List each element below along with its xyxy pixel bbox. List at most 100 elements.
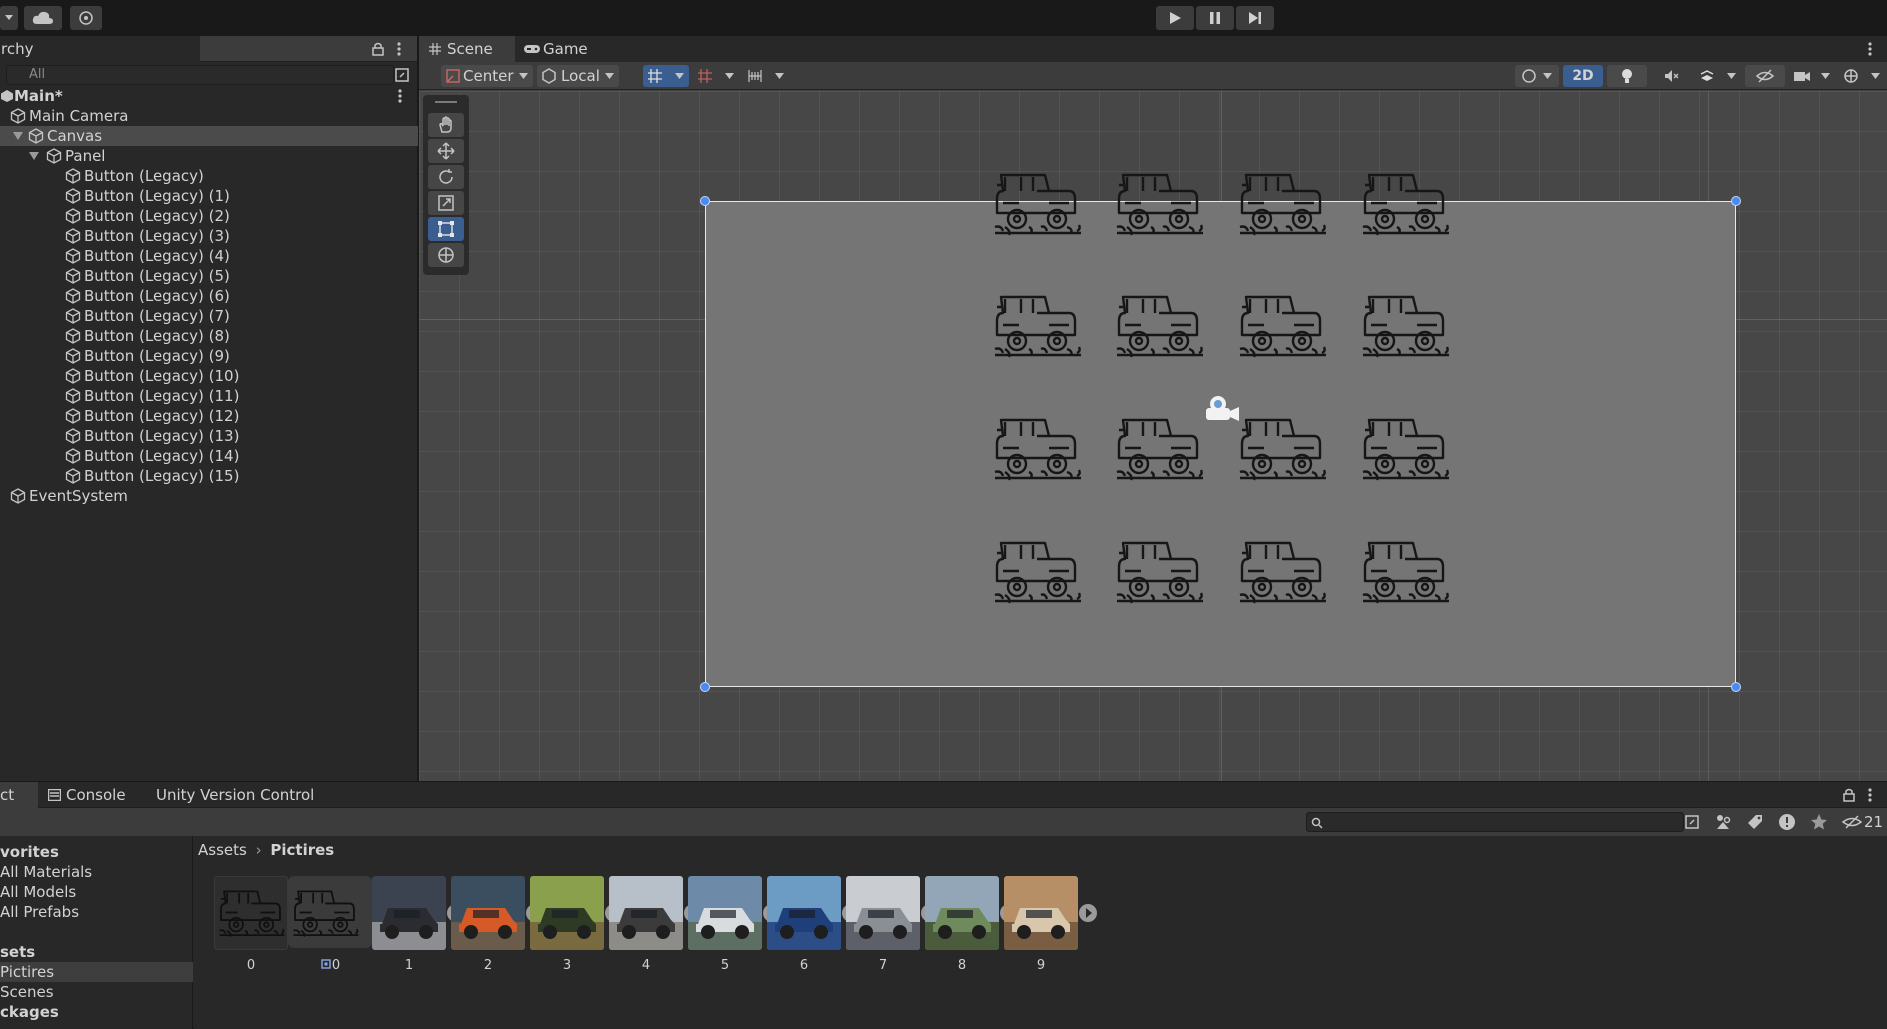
asset-item[interactable]: 0	[211, 876, 307, 976]
hierarchy-item[interactable]: Button (Legacy) (6)	[0, 286, 418, 306]
gizmos-dropdown[interactable]	[1839, 65, 1885, 87]
jeep-button-icon[interactable]	[1238, 291, 1328, 361]
folder-tree-item[interactable]: Pictires	[0, 962, 193, 982]
search-by-type-icon[interactable]	[394, 67, 410, 83]
move-tool[interactable]	[428, 139, 464, 163]
filter-by-type-icon[interactable]	[1714, 813, 1732, 831]
asset-item[interactable]: 2	[448, 876, 544, 976]
project-search-input[interactable]	[1306, 812, 1684, 832]
jeep-button-icon[interactable]	[993, 414, 1083, 484]
hierarchy-item[interactable]: Button (Legacy) (13)	[0, 426, 418, 446]
jeep-button-icon[interactable]	[1115, 169, 1205, 239]
expand-arrow-icon[interactable]	[1079, 904, 1097, 922]
asset-item[interactable]: 5	[685, 876, 781, 976]
asset-item[interactable]: 0	[288, 876, 372, 976]
scene-panel-menu-icon[interactable]	[1867, 41, 1873, 57]
jeep-button-icon[interactable]	[1238, 414, 1328, 484]
jeep-button-icon[interactable]	[993, 537, 1083, 607]
lighting-toggle[interactable]	[1607, 65, 1647, 87]
transform-tool[interactable]	[428, 243, 464, 267]
hierarchy-item[interactable]: Button (Legacy) (15)	[0, 466, 418, 486]
tab-version-control[interactable]: Unity Version Control	[156, 782, 314, 808]
folder-tree-item[interactable]: Scenes	[0, 982, 193, 1002]
audio-toggle[interactable]	[1651, 65, 1691, 87]
folder-tree-item[interactable]: All Prefabs	[0, 902, 193, 922]
hierarchy-item[interactable]: Button (Legacy) (1)	[0, 186, 418, 206]
asset-item[interactable]: 7	[843, 876, 939, 976]
hierarchy-item[interactable]: Button (Legacy) (12)	[0, 406, 418, 426]
grid-snap-toggle[interactable]	[643, 65, 689, 87]
hidden-packages-toggle[interactable]: 21	[1842, 811, 1883, 833]
tag-icon[interactable]	[1746, 813, 1764, 831]
jeep-button-icon[interactable]	[1115, 414, 1205, 484]
jeep-button-icon[interactable]	[1361, 169, 1451, 239]
tab-hierarchy[interactable]: rchy	[0, 36, 200, 62]
folder-tree-item[interactable]: vorites	[0, 842, 193, 862]
warning-filter-icon[interactable]	[1778, 813, 1796, 831]
asset-item[interactable]: 8	[922, 876, 1018, 976]
favorite-star-icon[interactable]	[1810, 813, 1828, 831]
folder-tree-item[interactable]: ckages	[0, 1002, 193, 1022]
increment-snap-toggle[interactable]	[693, 65, 739, 87]
tab-game[interactable]: Game	[515, 36, 601, 62]
hand-tool[interactable]	[428, 113, 464, 137]
asset-item[interactable]: 4	[606, 876, 702, 976]
hierarchy-item[interactable]: Button (Legacy) (2)	[0, 206, 418, 226]
toggle-2d-button[interactable]: 2D	[1563, 65, 1603, 87]
rect-handle-bottom-right[interactable]	[1731, 682, 1741, 692]
rect-handle-top-left[interactable]	[700, 196, 710, 206]
scene-menu-icon[interactable]	[397, 88, 403, 104]
hierarchy-item[interactable]: Canvas	[0, 126, 418, 146]
hierarchy-item[interactable]: Button (Legacy) (10)	[0, 366, 418, 386]
hierarchy-item[interactable]: Button (Legacy) (4)	[0, 246, 418, 266]
pause-button[interactable]	[1196, 6, 1234, 30]
jeep-button-icon[interactable]	[993, 291, 1083, 361]
lock-icon[interactable]	[372, 42, 384, 56]
rect-handle-top-right[interactable]	[1731, 196, 1741, 206]
rotate-tool[interactable]	[428, 165, 464, 189]
breadcrumb-current[interactable]: Pictires	[270, 841, 334, 859]
search-by-type-icon[interactable]	[1684, 814, 1700, 830]
scene-root-row[interactable]: Main*	[0, 86, 418, 106]
camera-dropdown[interactable]	[1789, 65, 1835, 87]
scene-viewport[interactable]	[419, 91, 1887, 781]
asset-item[interactable]: 3	[527, 876, 623, 976]
hierarchy-item[interactable]: Main Camera	[0, 106, 418, 126]
cloud-button[interactable]	[24, 6, 62, 30]
scale-tool[interactable]	[428, 191, 464, 215]
expand-arrow-icon[interactable]	[13, 132, 23, 140]
hierarchy-item[interactable]: Button (Legacy)	[0, 166, 418, 186]
kebab-menu-icon[interactable]	[1867, 787, 1873, 803]
play-button[interactable]	[1156, 6, 1194, 30]
step-button[interactable]	[1236, 6, 1274, 30]
hierarchy-item[interactable]: EventSystem	[0, 486, 418, 506]
overlay-drag-handle[interactable]	[435, 101, 457, 103]
tab-scene[interactable]: Scene	[419, 36, 515, 62]
asset-item[interactable]: 6	[764, 876, 860, 976]
tab-console[interactable]: Console	[46, 782, 126, 808]
pivot-dropdown[interactable]: Center	[441, 65, 533, 87]
hierarchy-item[interactable]: Button (Legacy) (3)	[0, 226, 418, 246]
canvas-panel-rect[interactable]	[705, 201, 1736, 687]
jeep-button-icon[interactable]	[993, 169, 1083, 239]
jeep-button-icon[interactable]	[1361, 537, 1451, 607]
align-dropdown[interactable]	[743, 65, 789, 87]
scene-visibility-toggle[interactable]	[1745, 65, 1785, 87]
effects-dropdown[interactable]	[1695, 65, 1741, 87]
folder-tree-item[interactable]: All Materials	[0, 862, 193, 882]
hierarchy-item[interactable]: Button (Legacy) (14)	[0, 446, 418, 466]
kebab-menu-icon[interactable]	[396, 41, 402, 57]
camera-gizmo-icon[interactable]	[1202, 394, 1242, 422]
asset-item[interactable]: 1	[369, 876, 465, 976]
jeep-button-icon[interactable]	[1361, 414, 1451, 484]
lock-icon[interactable]	[1843, 788, 1855, 802]
account-dropdown[interactable]	[0, 6, 18, 30]
hierarchy-item[interactable]: Button (Legacy) (11)	[0, 386, 418, 406]
jeep-button-icon[interactable]	[1115, 291, 1205, 361]
space-dropdown[interactable]: Local	[537, 65, 619, 87]
hierarchy-item[interactable]: Button (Legacy) (5)	[0, 266, 418, 286]
expand-arrow-icon[interactable]	[29, 152, 39, 160]
jeep-button-icon[interactable]	[1115, 537, 1205, 607]
hierarchy-item[interactable]: Button (Legacy) (8)	[0, 326, 418, 346]
rect-tool[interactable]	[428, 217, 464, 241]
